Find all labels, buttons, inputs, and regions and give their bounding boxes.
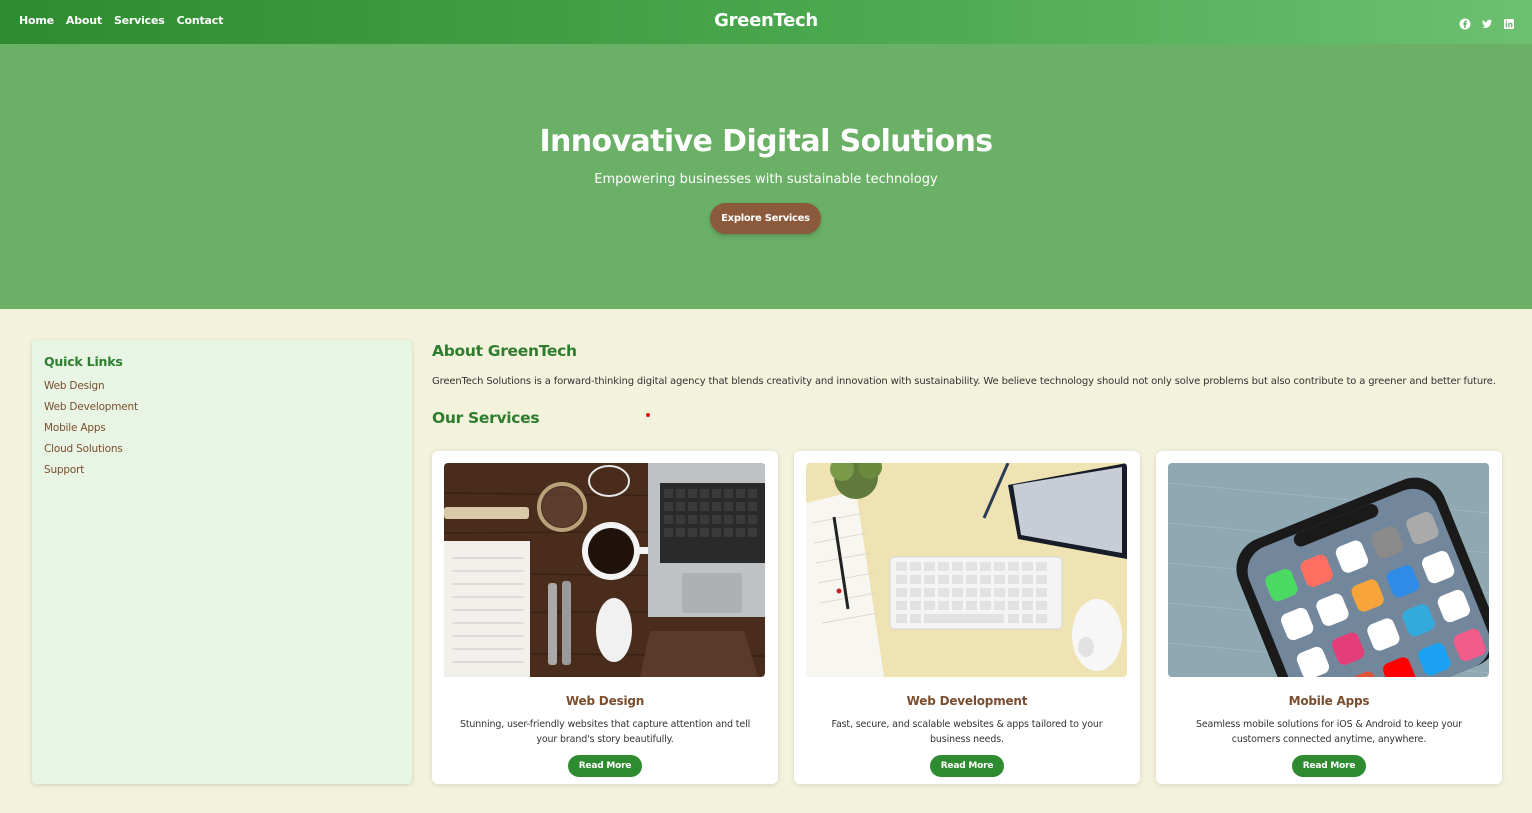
- sidebar-link-mobile-apps[interactable]: Mobile Apps: [44, 422, 400, 434]
- service-card-web-design: Web Design Stunning, user-friendly websi…: [432, 451, 778, 784]
- read-more-button-web-development[interactable]: Read More: [929, 755, 1005, 777]
- web-design-image: [444, 463, 765, 677]
- service-description-web-design: Stunning, user-friendly websites that ca…: [459, 719, 751, 745]
- service-title-web-design: Web Design: [565, 694, 645, 708]
- mobile-apps-image: [1168, 463, 1489, 677]
- about-text: GreenTech Solutions is a forward-thinkin…: [432, 376, 1496, 387]
- services-title: Our Services: [432, 409, 540, 427]
- cursor-dot: [646, 413, 650, 417]
- sidebar-link-cloud-solutions[interactable]: Cloud Solutions: [44, 443, 400, 455]
- main-content: About GreenTech GreenTech Solutions is a…: [432, 342, 1502, 784]
- service-description-mobile-apps: Seamless mobile solutions for iOS & Andr…: [1195, 719, 1463, 745]
- linkedin-icon[interactable]: [1503, 15, 1515, 29]
- services-cards: Web Design Stunning, user-friendly websi…: [432, 451, 1502, 784]
- about-title: About GreenTech: [432, 342, 577, 360]
- sidebar-title: Quick Links: [44, 354, 123, 369]
- service-title-web-development: Web Development: [906, 694, 1028, 708]
- quick-links-sidebar: Quick Links Web Design Web Development M…: [32, 340, 412, 784]
- sidebar-link-support[interactable]: Support: [44, 464, 400, 476]
- social-links: [1459, 15, 1515, 30]
- explore-services-button[interactable]: Explore Services: [710, 203, 821, 234]
- hero-title: Innovative Digital Solutions: [539, 124, 993, 159]
- read-more-button-web-design[interactable]: Read More: [567, 755, 643, 777]
- service-card-mobile-apps: Mobile Apps Seamless mobile solutions fo…: [1156, 451, 1502, 784]
- hero-subtitle: Empowering businesses with sustainable t…: [594, 172, 938, 187]
- service-title-mobile-apps: Mobile Apps: [1288, 694, 1370, 708]
- sidebar-link-web-development[interactable]: Web Development: [44, 401, 400, 413]
- web-development-image: [806, 463, 1127, 677]
- facebook-icon[interactable]: [1459, 15, 1471, 30]
- sidebar-link-web-design[interactable]: Web Design: [44, 380, 400, 392]
- top-navigation: Home About Services Contact GreenTech: [0, 0, 1532, 44]
- hero-section: Innovative Digital Solutions Empowering …: [0, 44, 1532, 309]
- twitter-icon[interactable]: [1481, 15, 1493, 28]
- read-more-button-mobile-apps[interactable]: Read More: [1291, 755, 1367, 777]
- service-card-web-development: Web Development Fast, secure, and scalab…: [794, 451, 1140, 784]
- service-description-web-development: Fast, secure, and scalable websites & ap…: [831, 719, 1103, 745]
- brand-logo[interactable]: GreenTech: [0, 10, 1532, 31]
